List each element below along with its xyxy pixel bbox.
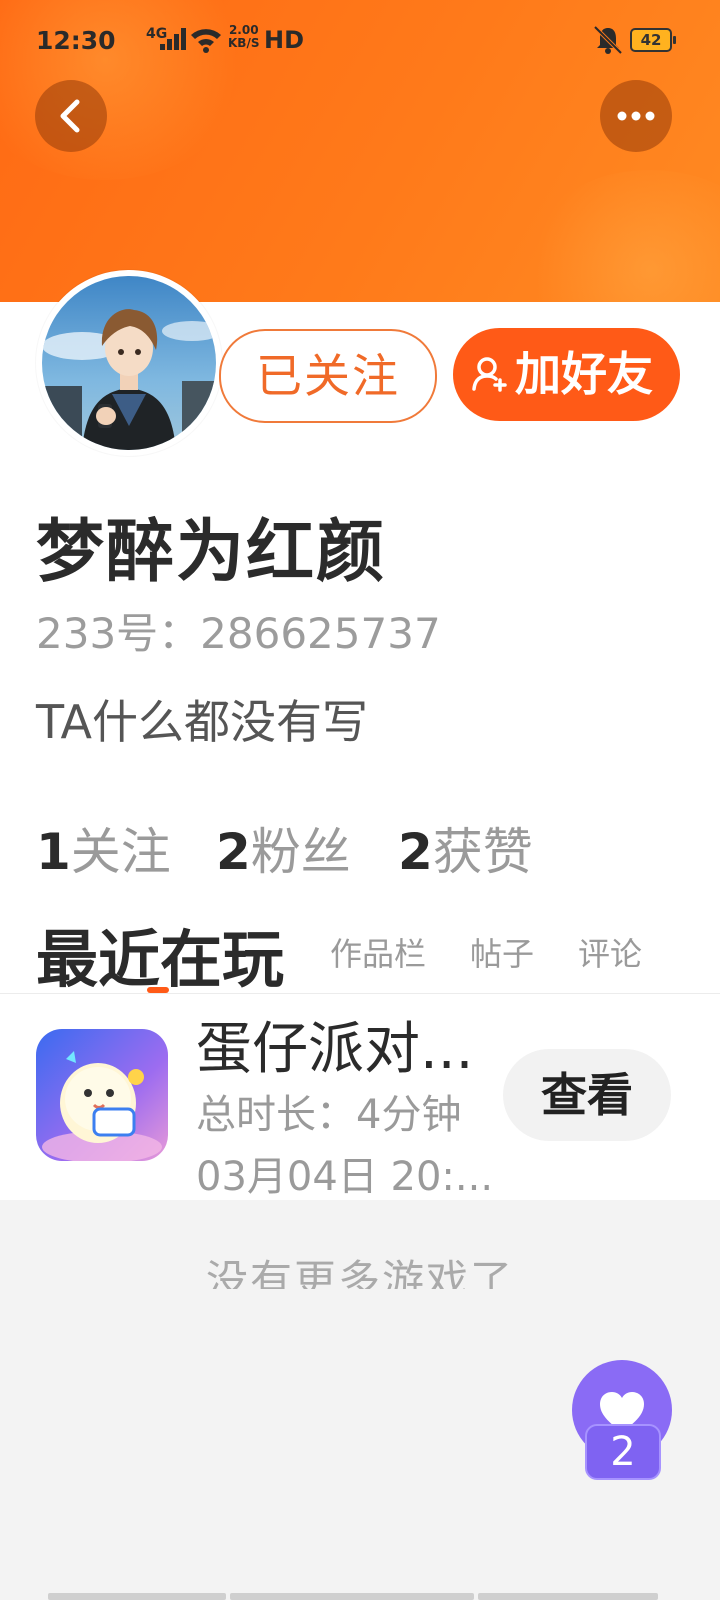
more-dots-icon (617, 111, 655, 121)
network-speed: 2.00 KB/S (228, 24, 259, 50)
game-last-played: 03月04日 20:... (196, 1154, 494, 1200)
hd-indicator: HD (264, 26, 305, 54)
list-item[interactable]: 蛋仔派对... 总时长：4分钟 03月04日 20:... 查看 (0, 994, 720, 1200)
speed-value: 2.00 (228, 23, 259, 37)
stat-label: 关注 (70, 823, 171, 881)
no-more-text: 没有更多游戏了 (205, 1256, 514, 1289)
stat-label: 粉丝 (250, 823, 351, 881)
nav-segment (478, 1593, 658, 1600)
tab-comments[interactable]: 评论 (578, 929, 642, 975)
wifi-icon (191, 29, 221, 53)
avatar[interactable] (36, 270, 222, 456)
stat-likes[interactable]: 2获赞 (398, 812, 533, 884)
profile-header-banner: 12:30 4G 2.00 KB/S HD 42 (0, 0, 720, 308)
tab-posts[interactable]: 帖子 (470, 929, 534, 975)
signal-icon (160, 28, 186, 50)
nav-segment (230, 1593, 474, 1600)
view-game-button[interactable]: 查看 (503, 1049, 671, 1141)
game-duration: 总时长：4分钟 (196, 1092, 462, 1138)
battery-icon: 42 (630, 28, 676, 52)
stat-following[interactable]: 1关注 (36, 812, 171, 884)
chevron-left-icon (60, 99, 80, 133)
end-of-list: 没有更多游戏了 (0, 1255, 720, 1289)
add-user-icon (472, 357, 507, 392)
more-options-button[interactable] (600, 80, 672, 152)
avatar-image (42, 276, 216, 450)
system-nav-bar (48, 1593, 658, 1600)
status-bar: 12:30 4G 2.00 KB/S HD 42 (36, 22, 686, 58)
add-friend-label: 加好友 (515, 347, 653, 401)
stat-count: 2 (216, 823, 251, 881)
status-time: 12:30 (36, 26, 116, 55)
stat-followers[interactable]: 2粉丝 (216, 812, 351, 884)
user-id[interactable]: 233号：286625737 (36, 600, 441, 661)
stat-count: 2 (398, 823, 433, 881)
tab-recently-played[interactable]: 最近在玩 (36, 909, 284, 999)
stat-label: 获赞 (432, 823, 533, 881)
followed-button[interactable]: 已关注 (219, 329, 437, 423)
stat-count: 1 (36, 823, 71, 881)
nav-segment (48, 1593, 226, 1600)
tab-works[interactable]: 作品栏 (330, 929, 426, 975)
mute-bell-icon (593, 25, 623, 55)
user-name: 梦醉为红颜 (36, 513, 387, 592)
user-bio: TA什么都没有写 (36, 695, 368, 749)
back-button[interactable] (35, 80, 107, 152)
game-icon (36, 1029, 168, 1161)
banner-glow (520, 170, 720, 308)
game-title: 蛋仔派对... (196, 1017, 474, 1082)
speed-unit: KB/S (228, 36, 260, 50)
add-friend-button[interactable]: 加好友 (453, 328, 680, 421)
like-count-badge: 2 (585, 1424, 661, 1480)
profile-tabs: 最近在玩 作品栏 帖子 评论 (0, 905, 720, 996)
